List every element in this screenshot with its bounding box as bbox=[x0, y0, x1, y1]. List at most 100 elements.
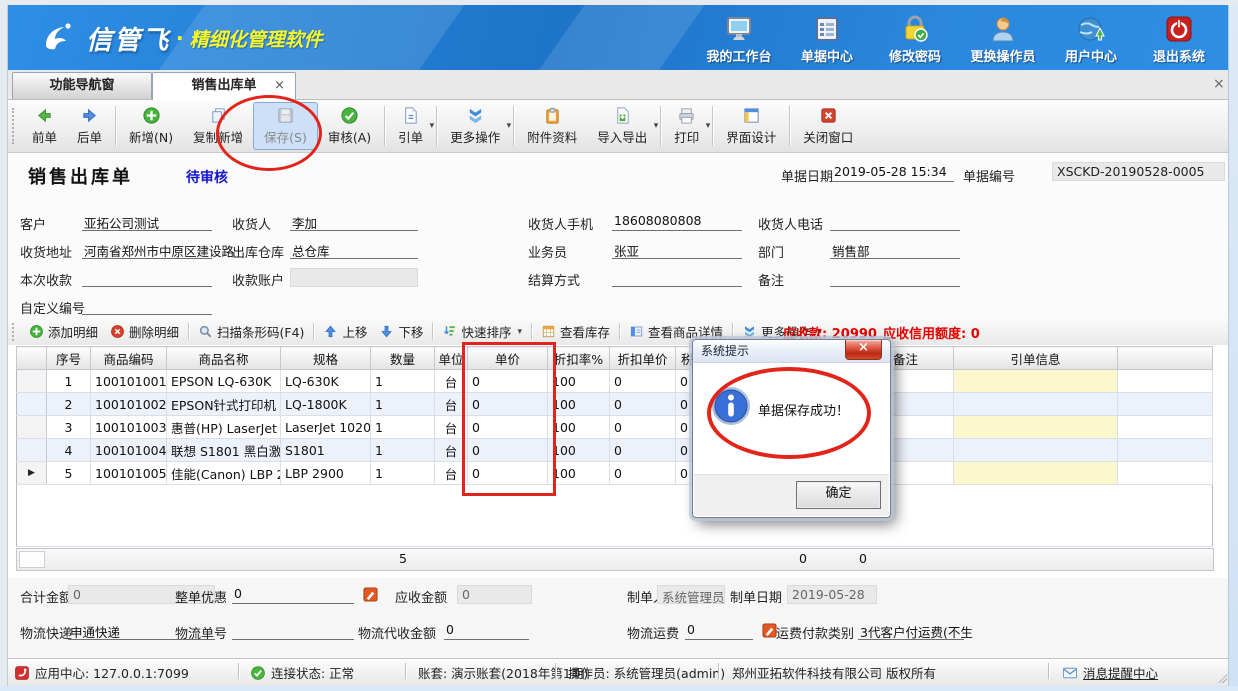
table-cell[interactable] bbox=[1118, 393, 1213, 416]
column-header[interactable]: 数量 bbox=[371, 347, 435, 370]
menu-change-password[interactable]: 修改密码 bbox=[874, 12, 956, 67]
table-cell[interactable]: 1 bbox=[47, 370, 91, 393]
table-cell[interactable] bbox=[1118, 439, 1213, 462]
menu-doc-center[interactable]: 单据中心 bbox=[786, 12, 868, 67]
field-物流运费[interactable]: 0 bbox=[685, 621, 753, 640]
row-selector[interactable]: ▶ bbox=[17, 462, 47, 485]
field-收货人手机[interactable]: 18608080808 bbox=[612, 212, 742, 231]
column-header[interactable]: 折扣单价 bbox=[610, 347, 676, 370]
table-cell[interactable]: 2 bbox=[47, 393, 91, 416]
table-cell[interactable]: 100 bbox=[548, 416, 610, 439]
table-cell[interactable]: 0 bbox=[610, 370, 676, 393]
field-收货人[interactable]: 李加 bbox=[290, 212, 418, 231]
ui-design-button[interactable]: 界面设计 bbox=[716, 103, 786, 149]
table-cell[interactable]: 100 bbox=[548, 439, 610, 462]
table-cell[interactable]: 100101005 bbox=[91, 462, 167, 485]
edit-icon[interactable] bbox=[762, 623, 777, 638]
attachment-button[interactable]: 附件资料 bbox=[517, 103, 587, 149]
more-ops-button[interactable]: 更多操作▾ bbox=[440, 103, 510, 149]
field-备注[interactable] bbox=[830, 268, 960, 287]
row-selector[interactable] bbox=[17, 393, 47, 416]
field-收货地址[interactable]: 河南省郑州市中原区建设路 bbox=[82, 240, 212, 259]
table-cell[interactable] bbox=[954, 439, 1118, 462]
edit-icon[interactable] bbox=[363, 587, 378, 602]
table-cell[interactable]: 100101002 bbox=[91, 393, 167, 416]
table-cell[interactable]: 佳能(Canon) LBP 2900+ bbox=[167, 462, 281, 485]
table-cell[interactable]: 1 bbox=[371, 393, 435, 416]
field-整单优惠[interactable]: 0 bbox=[232, 585, 354, 604]
column-header[interactable]: 折扣率% bbox=[548, 347, 610, 370]
tab-function-nav[interactable]: 功能导航窗 bbox=[12, 72, 152, 99]
table-cell[interactable]: 3 bbox=[47, 416, 91, 439]
add-detail-button[interactable]: 添加明细 bbox=[23, 321, 104, 343]
field-收货人电话[interactable] bbox=[830, 212, 960, 231]
field-业务员[interactable]: 张亚 bbox=[612, 240, 742, 259]
menu-exit-system[interactable]: 退出系统 bbox=[1138, 12, 1220, 67]
delete-detail-button[interactable]: 删除明细 bbox=[104, 321, 185, 343]
doc-date-field[interactable]: 2019-05-28 15:34 bbox=[832, 163, 954, 182]
table-cell[interactable]: 100 bbox=[548, 393, 610, 416]
table-row[interactable]: 3100101003惠普(HP) LaserJet 1020LaserJet 1… bbox=[17, 416, 1213, 439]
row-selector[interactable] bbox=[17, 370, 47, 393]
table-cell[interactable]: 0 bbox=[610, 439, 676, 462]
menu-workbench[interactable]: 我的工作台 bbox=[698, 12, 780, 67]
table-cell[interactable]: 100101004 bbox=[91, 439, 167, 462]
field-本次收款[interactable] bbox=[82, 268, 212, 287]
menu-user-center[interactable]: 用户中心 bbox=[1050, 12, 1132, 67]
table-row[interactable]: 1100101001EPSON LQ-630KLQ-630K1台010000 bbox=[17, 370, 1213, 393]
table-cell[interactable]: LQ-1800K bbox=[281, 393, 371, 416]
ok-button[interactable]: 确定 bbox=[796, 481, 881, 509]
dialog-close-icon[interactable]: × bbox=[845, 340, 882, 360]
row-selector[interactable] bbox=[17, 439, 47, 462]
column-header[interactable]: 序号 bbox=[47, 347, 91, 370]
table-cell[interactable]: 5 bbox=[47, 462, 91, 485]
field-结算方式[interactable] bbox=[612, 268, 742, 287]
table-cell[interactable]: LaserJet 1020 bbox=[281, 416, 371, 439]
table-cell[interactable]: 4 bbox=[47, 439, 91, 462]
table-row[interactable]: 4100101004联想 S1801 黑白激光打印S18011台010000 bbox=[17, 439, 1213, 462]
table-cell[interactable]: 1 bbox=[371, 370, 435, 393]
table-cell[interactable]: LBP 2900 bbox=[281, 462, 371, 485]
prev-doc-button[interactable]: 前单 bbox=[22, 103, 67, 149]
column-header[interactable]: 商品名称 bbox=[167, 347, 281, 370]
menu-switch-operator[interactable]: 更换操作员 bbox=[962, 12, 1044, 67]
move-down-button[interactable]: 下移 bbox=[373, 321, 429, 343]
table-cell[interactable] bbox=[954, 416, 1118, 439]
field-客户[interactable]: 亚拓公司测试 bbox=[82, 212, 212, 231]
ref-doc-button[interactable]: 引单▾ bbox=[388, 103, 433, 149]
close-panel-icon[interactable]: × bbox=[1213, 76, 1225, 92]
view-stock-button[interactable]: 查看库存 bbox=[535, 321, 616, 343]
table-cell[interactable] bbox=[954, 370, 1118, 393]
table-cell[interactable] bbox=[954, 393, 1118, 416]
print-button[interactable]: 打印▾ bbox=[664, 103, 709, 149]
table-cell[interactable] bbox=[1118, 462, 1213, 485]
column-header[interactable]: 商品编码 bbox=[91, 347, 167, 370]
table-cell[interactable]: EPSON针式打印机 bbox=[167, 393, 281, 416]
import-export-button[interactable]: 导入导出▾ bbox=[587, 103, 657, 149]
table-cell[interactable]: S1801 bbox=[281, 439, 371, 462]
field-物流代收金额[interactable]: 0 bbox=[444, 621, 529, 640]
table-cell[interactable] bbox=[1118, 416, 1213, 439]
table-cell[interactable] bbox=[1118, 370, 1213, 393]
column-header[interactable]: 规格 bbox=[281, 347, 371, 370]
table-cell[interactable]: 100 bbox=[548, 462, 610, 485]
move-up-button[interactable]: 上移 bbox=[317, 321, 373, 343]
table-cell[interactable]: 100101001 bbox=[91, 370, 167, 393]
table-cell[interactable]: EPSON LQ-630K bbox=[167, 370, 281, 393]
field-物流单号[interactable] bbox=[232, 621, 354, 640]
status-message-center[interactable]: 消息提醒中心 bbox=[1062, 663, 1158, 682]
column-header[interactable] bbox=[17, 347, 47, 370]
table-cell[interactable]: 100 bbox=[548, 370, 610, 393]
quick-sort-button[interactable]: 快速排序▾ bbox=[436, 321, 528, 343]
column-header[interactable] bbox=[1118, 347, 1213, 370]
row-selector[interactable] bbox=[17, 416, 47, 439]
field-出库仓库[interactable]: 总仓库 bbox=[290, 240, 418, 259]
table-cell[interactable] bbox=[954, 462, 1118, 485]
field-运费付款类别[interactable]: 3代客户付运费(不生 bbox=[858, 621, 964, 640]
close-window-button[interactable]: 关闭窗口 bbox=[793, 103, 863, 149]
table-cell[interactable]: 惠普(HP) LaserJet 1020 bbox=[167, 416, 281, 439]
table-cell[interactable]: LQ-630K bbox=[281, 370, 371, 393]
table-row[interactable]: ▶5100101005佳能(Canon) LBP 2900+LBP 29001台… bbox=[17, 462, 1213, 485]
next-doc-button[interactable]: 后单 bbox=[67, 103, 112, 149]
table-cell[interactable]: 0 bbox=[610, 462, 676, 485]
